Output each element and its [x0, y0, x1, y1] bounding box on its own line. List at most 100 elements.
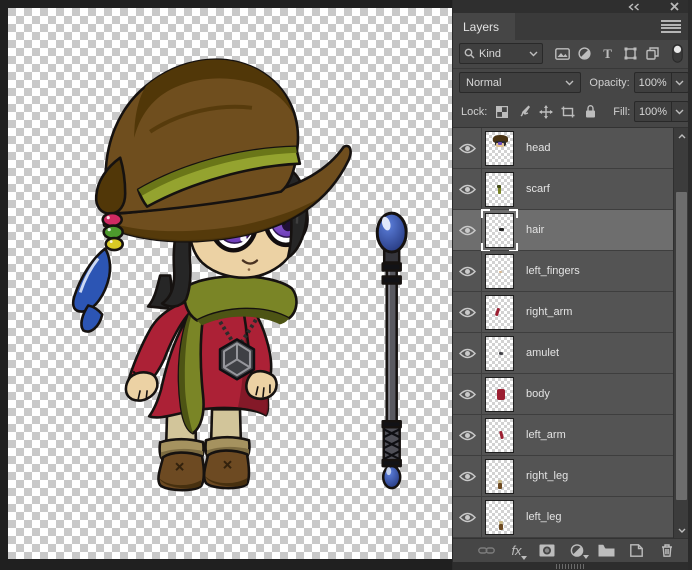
staff-bottom-orb [381, 464, 402, 490]
layers-panel: Layers Kind T Normal Opacity: 100% Lock:… [452, 0, 692, 570]
layer-row-body[interactable]: body [453, 374, 689, 415]
lock-position-icon[interactable] [535, 102, 557, 122]
layer-visibility-toggle[interactable] [453, 333, 482, 373]
layer-thumbnail [485, 171, 514, 207]
layer-style-icon[interactable]: fx [507, 542, 527, 560]
eye-icon [458, 184, 476, 194]
layer-name: body [526, 388, 550, 400]
panel-edge [688, 0, 692, 570]
layers-panel-toolbar: fx [453, 538, 689, 562]
close-panel-icon[interactable] [670, 2, 679, 11]
panel-header-strip [453, 0, 689, 13]
delete-layer-icon[interactable] [657, 542, 676, 560]
add-mask-icon[interactable] [537, 542, 556, 560]
blend-mode-dropdown[interactable]: Normal [459, 72, 582, 93]
layer-row-left_arm[interactable]: left_arm [453, 415, 689, 456]
layer-thumbnail [485, 335, 514, 371]
fill-label: Fill: [613, 105, 631, 118]
tab-layers[interactable]: Layers [453, 13, 515, 40]
layer-visibility-toggle[interactable] [453, 251, 482, 291]
hat-tip [94, 156, 127, 215]
layer-row-scarf[interactable]: scarf [453, 169, 689, 210]
eye-icon [458, 143, 476, 153]
scroll-up-arrow[interactable] [676, 130, 688, 142]
character [71, 58, 352, 492]
layer-filter-row: Kind T [453, 40, 689, 67]
layer-name: left_leg [526, 511, 562, 523]
layer-name: left_fingers [526, 265, 580, 277]
layer-visibility-toggle[interactable] [453, 374, 482, 414]
layer-row-head[interactable]: head [453, 128, 689, 169]
opacity-value[interactable]: 100% [633, 72, 672, 93]
layer-row-hair[interactable]: hair [453, 208, 689, 252]
panel-tab-bar: Layers [453, 13, 689, 40]
layer-visibility-toggle[interactable] [453, 415, 482, 455]
blend-mode-value: Normal [466, 76, 502, 89]
hat-beads [101, 211, 124, 252]
adjustment-layers-filter-icon[interactable] [573, 43, 596, 64]
lock-paint-icon[interactable] [513, 102, 535, 122]
adjustment-layer-icon[interactable] [567, 542, 589, 560]
lock-transparency-icon[interactable] [491, 102, 513, 122]
layer-row-amulet[interactable]: amulet [453, 333, 689, 374]
eye-icon [458, 512, 476, 522]
layer-row-right_arm[interactable]: right_arm [453, 292, 689, 333]
collapse-panels-icon[interactable] [628, 2, 640, 11]
layer-row-left_leg[interactable]: left_leg [453, 497, 689, 538]
opacity-dropdown-arrow[interactable] [671, 72, 690, 93]
shape-layers-filter-icon[interactable] [619, 43, 642, 64]
eye-icon [458, 430, 476, 440]
kind-filter-dropdown[interactable]: Kind [459, 43, 543, 64]
filter-toggle[interactable] [666, 43, 689, 64]
layer-visibility-toggle[interactable] [453, 210, 482, 250]
panel-resize-grip[interactable] [556, 563, 586, 569]
scrollbar-thumb[interactable] [676, 192, 687, 500]
search-icon [464, 48, 475, 59]
layer-name: right_arm [526, 306, 573, 318]
layer-name: head [526, 142, 551, 154]
fill-value[interactable]: 100% [634, 101, 672, 122]
lock-all-icon[interactable] [579, 102, 601, 122]
panel-menu-icon[interactable] [661, 20, 681, 33]
layer-thumbnail [485, 294, 514, 330]
eye-icon [458, 348, 476, 358]
eye-icon [458, 225, 476, 235]
photoshop-workspace: Layers Kind T Normal Opacity: 100% Lock:… [0, 0, 692, 570]
layer-name: amulet [526, 347, 560, 359]
layer-thumbnail [485, 130, 514, 166]
hat [94, 58, 352, 243]
layer-visibility-toggle[interactable] [453, 128, 482, 168]
layer-row-right_leg[interactable]: right_leg [453, 456, 689, 497]
fill-dropdown-arrow[interactable] [671, 101, 689, 122]
layer-visibility-toggle[interactable] [453, 497, 482, 537]
pixel-layers-filter-icon[interactable] [551, 43, 574, 64]
lock-artboard-icon[interactable] [557, 102, 579, 122]
link-layers-icon[interactable] [477, 542, 496, 560]
layer-thumbnail [485, 376, 514, 412]
layer-thumbnail [485, 458, 514, 494]
smart-objects-filter-icon[interactable] [642, 43, 665, 64]
opacity-label: Opacity: [589, 76, 630, 89]
layer-thumbnail [485, 253, 514, 289]
layer-thumbnail [485, 499, 514, 535]
layer-thumbnail [485, 417, 514, 453]
document-canvas[interactable] [8, 8, 452, 559]
scroll-down-arrow[interactable] [676, 524, 688, 536]
layer-name: scarf [526, 183, 550, 195]
left-hand [245, 369, 278, 401]
right-hand [124, 371, 159, 402]
layer-name: hair [526, 224, 545, 236]
layer-visibility-toggle[interactable] [453, 169, 482, 209]
eye-icon [458, 389, 476, 399]
layer-name: left_arm [526, 429, 566, 441]
layer-visibility-toggle[interactable] [453, 292, 482, 332]
chevron-down-icon [565, 80, 574, 85]
new-layer-icon[interactable] [627, 542, 646, 560]
layer-row-left_fingers[interactable]: left_fingers [453, 251, 689, 292]
type-layers-filter-icon[interactable]: T [596, 43, 619, 64]
new-group-icon[interactable] [597, 542, 616, 560]
staff-orb [375, 211, 408, 254]
layer-list-scrollbar [673, 128, 689, 538]
layer-visibility-toggle[interactable] [453, 456, 482, 496]
eye-icon [458, 266, 476, 276]
